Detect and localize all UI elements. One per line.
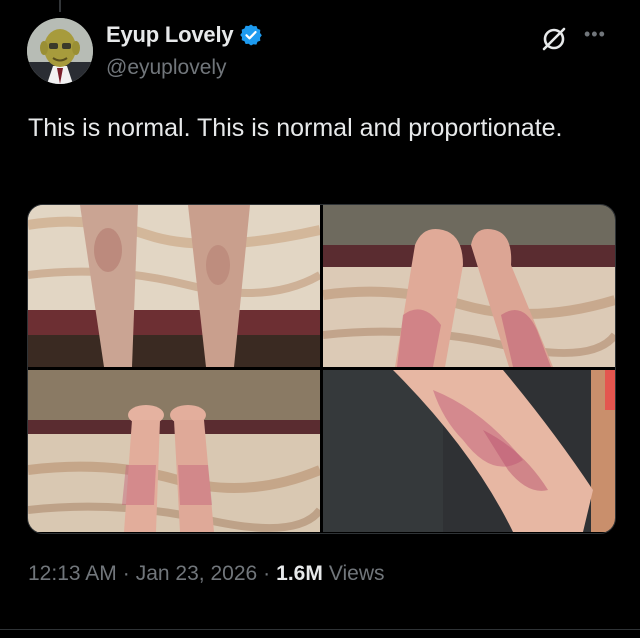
tweet-time[interactable]: 12:13 AM [28,562,117,586]
avatar-image [27,18,93,84]
meta-separator: · [122,562,130,585]
more-icon[interactable]: ••• [584,24,606,45]
photo-feet-rash[interactable] [323,205,615,367]
author-handle[interactable]: @eyuplovely [106,56,227,80]
author-name-row[interactable]: Eyup Lovely [106,22,263,48]
media-grid[interactable] [27,204,616,534]
avatar[interactable] [27,18,93,84]
meta-separator: · [263,562,271,585]
divider [0,629,640,630]
tweet-date[interactable]: Jan 23, 2026 [136,562,257,586]
grok-icon[interactable] [540,25,568,53]
photo-hands-rash[interactable] [28,370,320,532]
tweet-text: This is normal. This is normal and propo… [28,114,563,142]
views-label[interactable]: Views [329,562,385,586]
tweet-metadata: 12:13 AM · Jan 23, 2026 · 1.6M Views [28,562,385,586]
thread-connector-line [59,0,61,12]
photo-legs-on-towel[interactable] [28,205,320,367]
views-count[interactable]: 1.6M [276,562,323,586]
verified-badge-icon [239,23,263,47]
photo-leg-closeup-rash[interactable] [323,370,615,532]
author-display-name[interactable]: Eyup Lovely [106,22,234,48]
